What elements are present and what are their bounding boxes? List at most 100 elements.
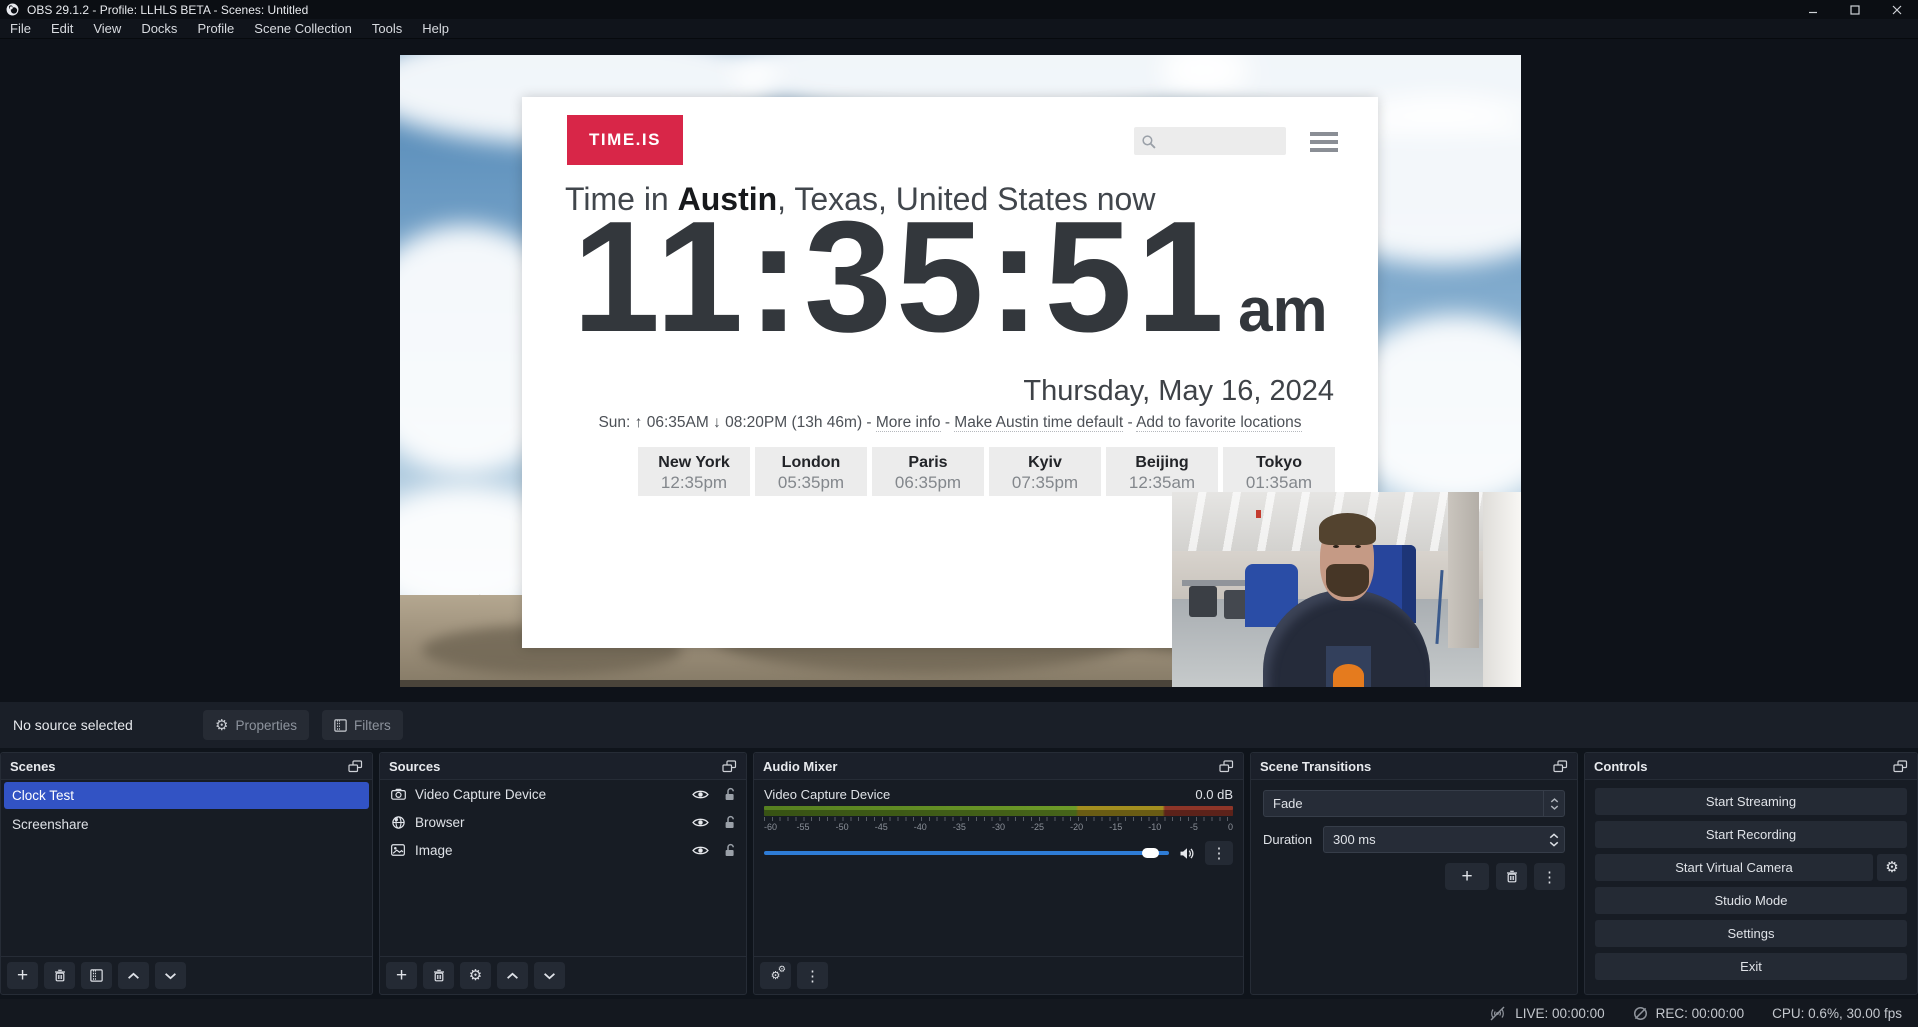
- mixer-db-value: 0.0 dB: [1195, 787, 1233, 802]
- source-row-video-capture[interactable]: Video Capture Device: [380, 780, 746, 808]
- menu-item-help[interactable]: Help: [412, 19, 459, 39]
- webcam-chair: [1189, 586, 1217, 617]
- live-status: LIVE: 00:00:00: [1488, 1006, 1604, 1021]
- menu-item-tools[interactable]: Tools: [362, 19, 412, 39]
- timeis-date: Thursday, May 16, 2024: [1023, 375, 1334, 408]
- duration-label: Duration: [1263, 832, 1323, 847]
- stream-inactive-icon: [1488, 1006, 1507, 1021]
- advanced-audio-properties-button[interactable]: ⚙⚙: [760, 962, 791, 989]
- clock-ampm: am: [1238, 276, 1328, 345]
- search-icon: [1141, 134, 1156, 149]
- studio-mode-button[interactable]: Studio Mode: [1595, 887, 1907, 914]
- scene-transitions-panel: Scene Transitions Fade Duration 300 ms: [1250, 752, 1578, 995]
- filters-button[interactable]: Filters: [322, 710, 403, 740]
- start-recording-button[interactable]: Start Recording: [1595, 821, 1907, 848]
- city-card: Paris06:35pm: [872, 447, 984, 496]
- filter-icon: [334, 719, 347, 732]
- menu-item-edit[interactable]: Edit: [41, 19, 83, 39]
- preview-region: TIME.IS Time in Austin, Texas, United St…: [0, 39, 1918, 702]
- scenes-panel: Scenes Clock Test Screenshare +: [0, 752, 373, 995]
- popout-icon[interactable]: [722, 760, 737, 773]
- popout-icon[interactable]: [1893, 760, 1908, 773]
- gear-icon: ⚙: [469, 968, 482, 983]
- transition-select-spinner[interactable]: [1543, 791, 1564, 816]
- obs-logo-icon: [6, 3, 19, 16]
- visibility-eye-icon[interactable]: [692, 845, 709, 856]
- move-scene-up-button[interactable]: [118, 962, 149, 989]
- world-cities-row: New York12:35pm London05:35pm Paris06:35…: [638, 447, 1335, 496]
- program-canvas[interactable]: TIME.IS Time in Austin, Texas, United St…: [400, 55, 1521, 687]
- scene-transitions-header: Scene Transitions: [1251, 753, 1577, 780]
- dock-panels: Scenes Clock Test Screenshare + Sources …: [0, 752, 1918, 995]
- person-shirt-logo: [1333, 664, 1364, 687]
- city-card: London05:35pm: [755, 447, 867, 496]
- popout-icon[interactable]: [1219, 760, 1234, 773]
- move-source-up-button[interactable]: [497, 962, 528, 989]
- move-source-down-button[interactable]: [534, 962, 565, 989]
- webcam-pillar: [1448, 492, 1479, 648]
- source-row-browser[interactable]: Browser: [380, 808, 746, 836]
- start-streaming-button[interactable]: Start Streaming: [1595, 788, 1907, 815]
- timeis-sun-line: Sun: ↑ 06:35AM ↓ 08:20PM (13h 46m) - Mor…: [522, 414, 1378, 432]
- scene-item-clock-test[interactable]: Clock Test: [4, 782, 369, 809]
- remove-source-button[interactable]: [423, 962, 454, 989]
- popout-icon[interactable]: [348, 760, 363, 773]
- transition-properties-button[interactable]: ⋮: [1534, 863, 1565, 890]
- visibility-eye-icon[interactable]: [692, 817, 709, 828]
- speaker-icon[interactable]: [1179, 847, 1195, 860]
- start-virtual-camera-button[interactable]: Start Virtual Camera: [1595, 854, 1873, 881]
- source-properties-button[interactable]: ⚙: [460, 962, 491, 989]
- person-hair: [1319, 513, 1377, 544]
- menu-item-docks[interactable]: Docks: [131, 19, 187, 39]
- lock-icon[interactable]: [724, 787, 736, 801]
- duration-spinbox[interactable]: 300 ms: [1323, 826, 1565, 853]
- lock-icon[interactable]: [724, 843, 736, 857]
- mixer-channel-menu-button[interactable]: ⋮: [1205, 841, 1233, 865]
- mixer-menu-button[interactable]: ⋮: [797, 962, 828, 989]
- visibility-eye-icon[interactable]: [692, 789, 709, 800]
- volume-slider-handle[interactable]: [1142, 848, 1159, 858]
- add-source-button[interactable]: +: [386, 962, 417, 989]
- add-scene-button[interactable]: +: [7, 962, 38, 989]
- close-button[interactable]: [1876, 0, 1918, 19]
- move-scene-down-button[interactable]: [155, 962, 186, 989]
- scene-filters-button[interactable]: [81, 962, 112, 989]
- status-bar: LIVE: 00:00:00 REC: 00:00:00 CPU: 0.6%, …: [0, 999, 1918, 1027]
- menu-item-profile[interactable]: Profile: [187, 19, 244, 39]
- camera-icon: [390, 788, 406, 800]
- cpu-status: CPU: 0.6%, 30.00 fps: [1772, 1006, 1902, 1021]
- webcam-window: [1483, 492, 1521, 687]
- timeis-clock: 11:35:51am: [522, 192, 1378, 362]
- sources-panel: Sources Video Capture Device Browser Ima…: [379, 752, 747, 995]
- scene-item-screenshare[interactable]: Screenshare: [4, 811, 369, 838]
- properties-button[interactable]: ⚙ Properties: [203, 710, 309, 740]
- meter-tick-marks: [764, 817, 1233, 821]
- remove-scene-button[interactable]: [44, 962, 75, 989]
- person-beard: [1326, 564, 1369, 597]
- add-transition-button[interactable]: +: [1445, 863, 1489, 890]
- menu-item-scene-collection[interactable]: Scene Collection: [244, 19, 362, 39]
- lock-icon[interactable]: [724, 815, 736, 829]
- remove-transition-button[interactable]: [1496, 863, 1527, 890]
- maximize-button[interactable]: [1834, 0, 1876, 19]
- transition-select[interactable]: Fade: [1263, 790, 1565, 817]
- city-card: Tokyo01:35am: [1223, 447, 1335, 496]
- volume-slider[interactable]: [764, 851, 1169, 855]
- city-card: New York12:35pm: [638, 447, 750, 496]
- webcam-source[interactable]: [1172, 492, 1521, 687]
- menu-item-view[interactable]: View: [83, 19, 131, 39]
- exit-button[interactable]: Exit: [1595, 953, 1907, 980]
- popout-icon[interactable]: [1553, 760, 1568, 773]
- virtual-camera-config-button[interactable]: ⚙: [1877, 854, 1907, 881]
- timeis-search-box: [1134, 127, 1286, 155]
- audio-mixer-toolbar: ⚙⚙ ⋮: [754, 956, 1243, 994]
- timeis-search-input: [1161, 134, 1279, 149]
- settings-button[interactable]: Settings: [1595, 920, 1907, 947]
- duration-spinner[interactable]: [1543, 827, 1564, 852]
- sources-header: Sources: [380, 753, 746, 780]
- menu-item-file[interactable]: File: [0, 19, 41, 39]
- source-row-image[interactable]: Image: [380, 836, 746, 864]
- minimize-button[interactable]: [1792, 0, 1834, 19]
- clock-time: 11:35:51: [572, 189, 1228, 365]
- scenes-toolbar: +: [1, 956, 372, 994]
